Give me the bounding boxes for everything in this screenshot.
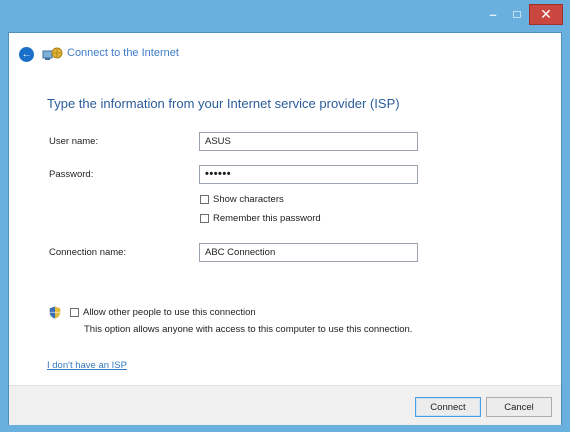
show-characters-option[interactable]: Show characters [200, 194, 284, 205]
remember-password-checkbox[interactable] [200, 214, 209, 223]
username-field[interactable]: ASUS [199, 132, 418, 151]
back-arrow-icon: ← [21, 48, 32, 60]
no-isp-link[interactable]: I don't have an ISP [47, 360, 127, 371]
close-button[interactable]: ✕ [529, 4, 563, 25]
navigation-bar: ← Connect to the Internet [9, 33, 561, 77]
title-bar[interactable]: – ✕ [0, 0, 570, 32]
allow-sharing-checkbox[interactable] [70, 308, 79, 317]
back-button[interactable]: ← [19, 47, 34, 62]
password-field[interactable]: •••••• [199, 165, 418, 184]
show-characters-label: Show characters [213, 194, 284, 205]
connect-button[interactable]: Connect [415, 397, 481, 417]
minimize-icon: – [489, 7, 497, 22]
password-label: Password: [49, 169, 94, 180]
minimize-button[interactable]: – [481, 4, 505, 25]
username-label: User name: [49, 136, 99, 147]
maximize-icon [513, 11, 521, 18]
allow-sharing-description: This option allows anyone with access to… [84, 324, 413, 335]
connection-name-field[interactable]: ABC Connection [199, 243, 418, 262]
close-icon: ✕ [540, 6, 552, 22]
uac-shield-icon [49, 306, 61, 319]
show-characters-checkbox[interactable] [200, 195, 209, 204]
wizard-title: Connect to the Internet [67, 47, 179, 59]
maximize-button [505, 4, 529, 25]
remember-password-option[interactable]: Remember this password [200, 213, 321, 224]
network-connection-icon [42, 47, 63, 60]
remember-password-label: Remember this password [213, 213, 321, 224]
connection-name-label: Connection name: [49, 247, 127, 258]
window: – ✕ ← Connect to the Internet Type the i… [0, 0, 570, 432]
page-heading: Type the information from your Internet … [47, 96, 400, 111]
allow-sharing-label: Allow other people to use this connectio… [83, 307, 256, 318]
cancel-button[interactable]: Cancel [486, 397, 552, 417]
dialog-client-area: ← Connect to the Internet Type the infor… [8, 32, 562, 425]
command-bar: Connect Cancel [9, 385, 561, 425]
allow-sharing-option[interactable]: Allow other people to use this connectio… [70, 307, 256, 318]
